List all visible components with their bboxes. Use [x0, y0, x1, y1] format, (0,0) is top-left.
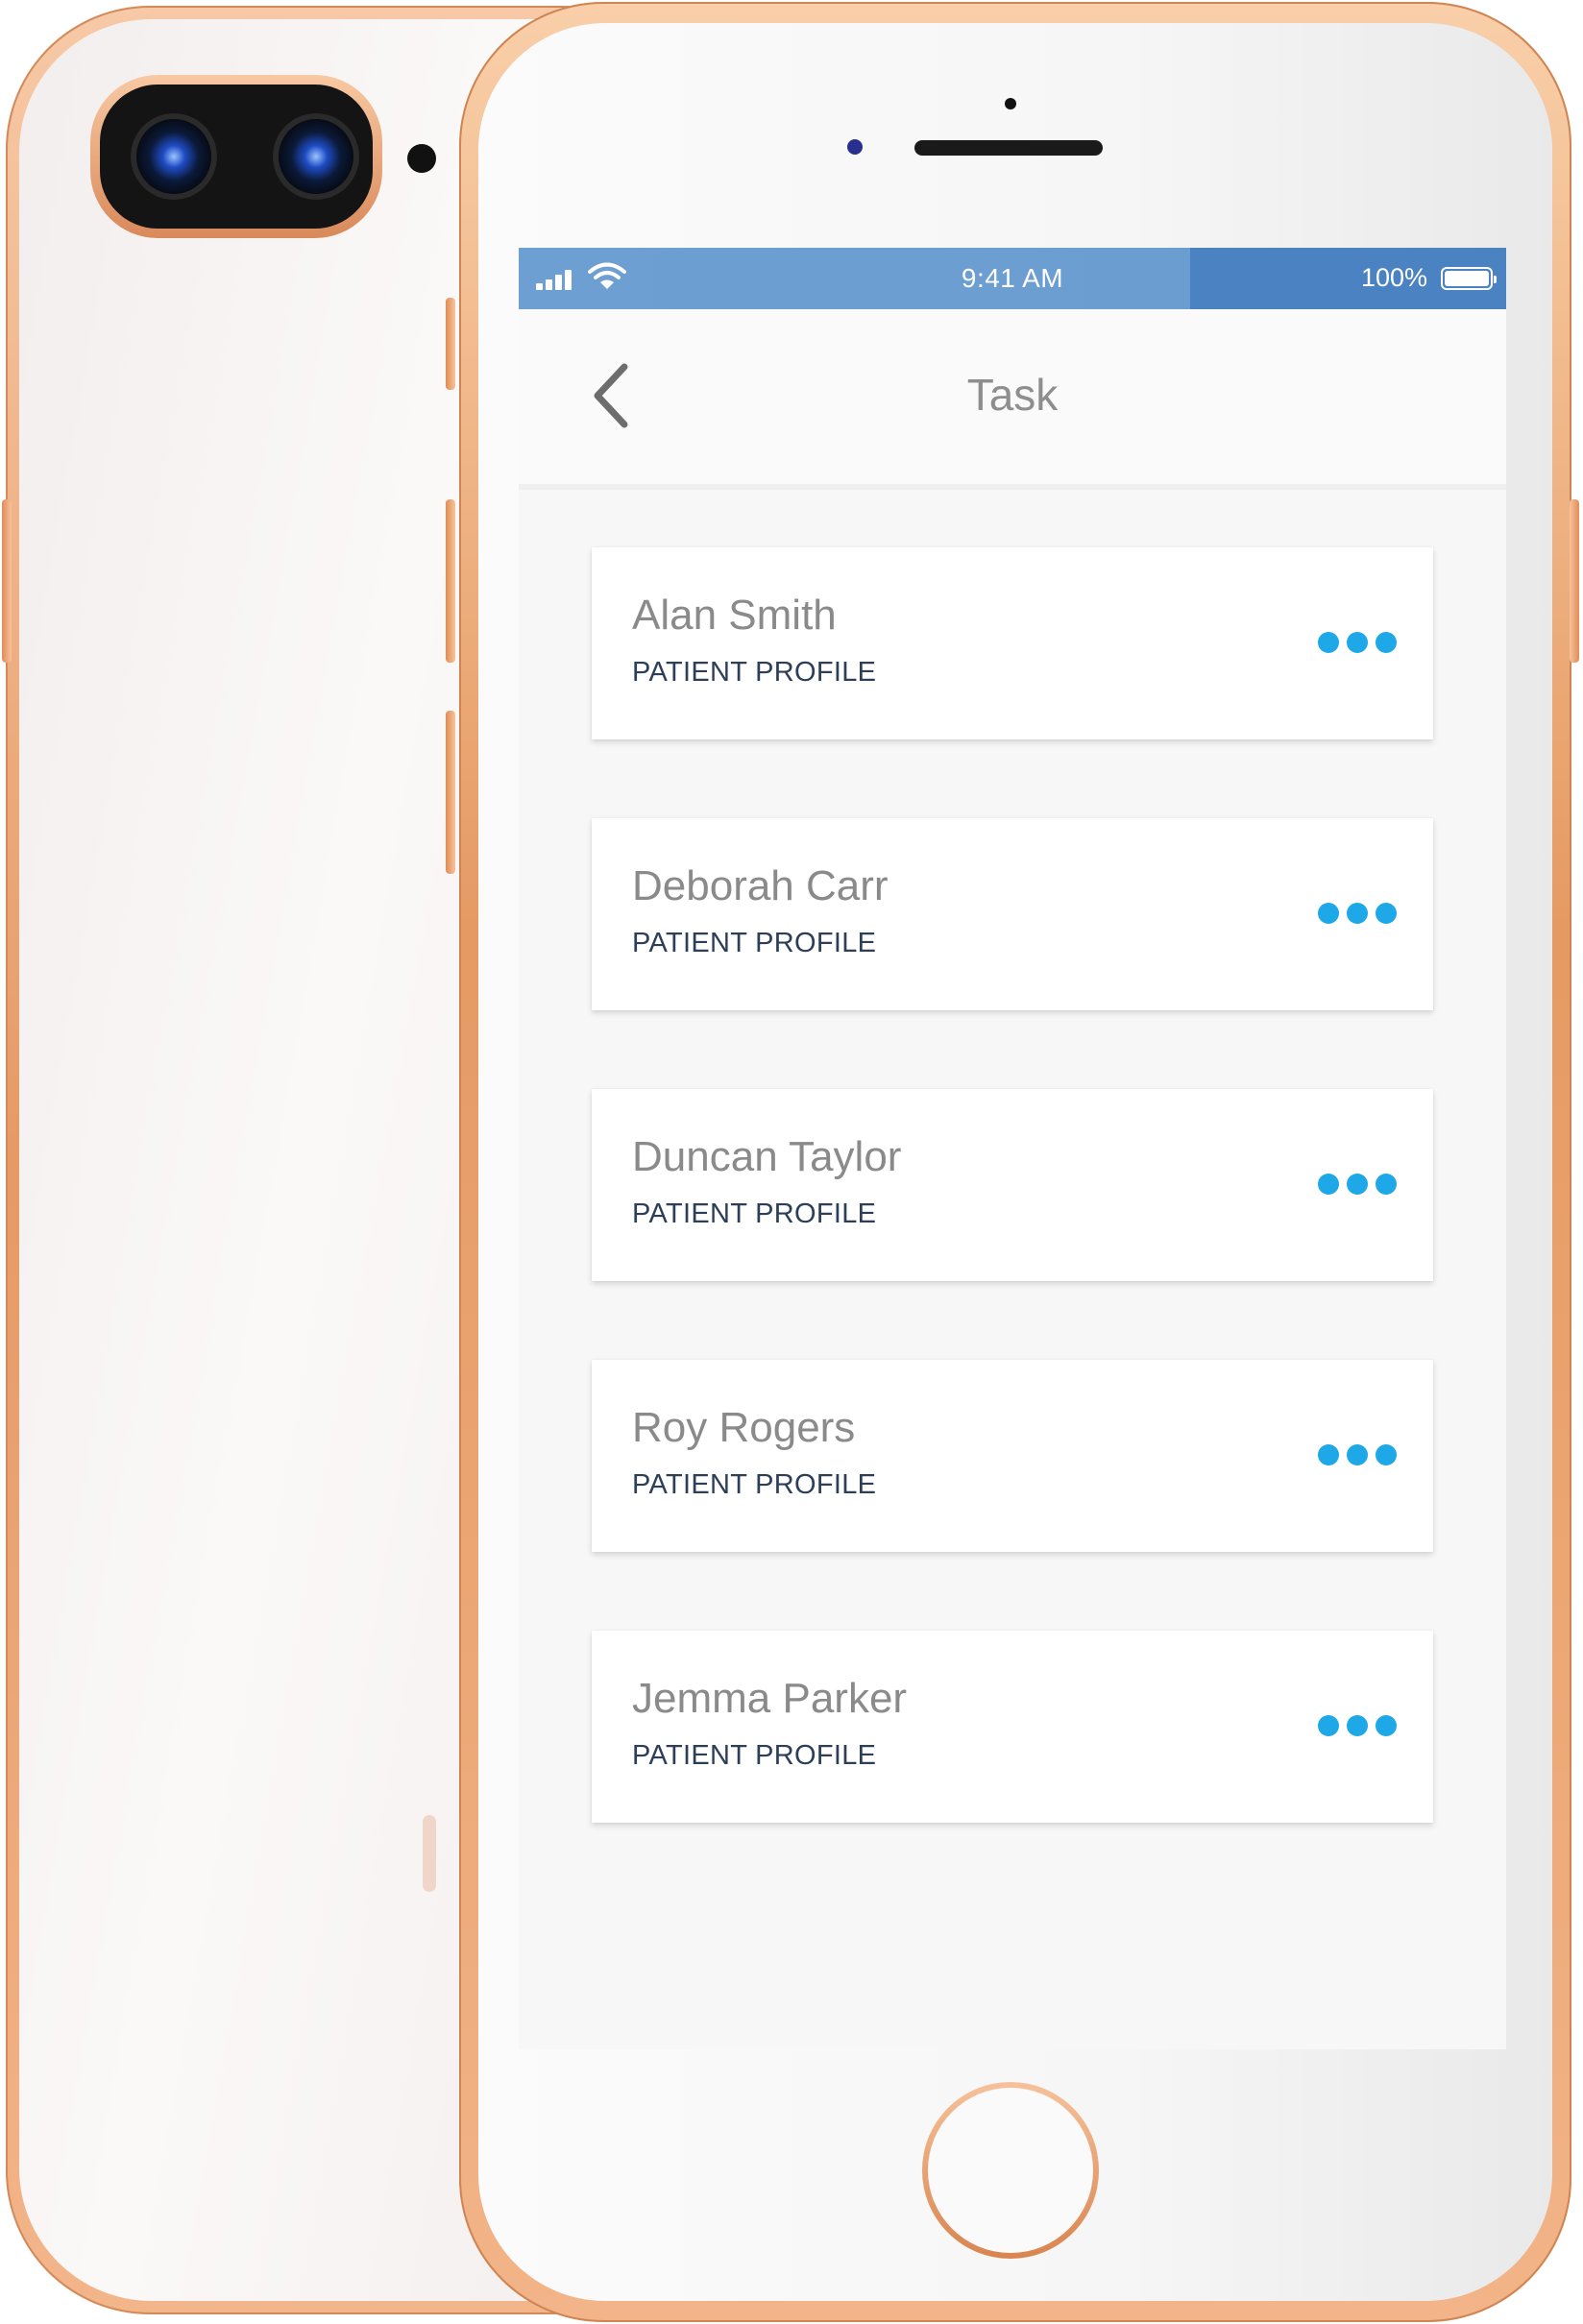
- more-options-icon[interactable]: [1318, 632, 1397, 653]
- patient-profile-label: PATIENT PROFILE: [632, 928, 877, 958]
- side-button: [446, 711, 455, 874]
- patient-card[interactable]: Jemma Parker PATIENT PROFILE: [592, 1631, 1433, 1823]
- home-button[interactable]: [922, 2082, 1099, 2259]
- flash-icon: [407, 144, 436, 173]
- proximity-sensor: [1005, 98, 1016, 109]
- patient-name: Deborah Carr: [632, 862, 889, 909]
- patient-card[interactable]: Alan Smith PATIENT PROFILE: [592, 547, 1433, 739]
- patient-card[interactable]: Roy Rogers PATIENT PROFILE: [592, 1360, 1433, 1552]
- patient-profile-label: PATIENT PROFILE: [632, 657, 877, 688]
- patient-card[interactable]: Duncan Taylor PATIENT PROFILE: [592, 1089, 1433, 1281]
- patient-name: Alan Smith: [632, 592, 837, 639]
- power-button: [1570, 499, 1579, 663]
- camera-lens-icon: [131, 113, 217, 200]
- patient-profile-label: PATIENT PROFILE: [632, 1198, 877, 1229]
- battery-icon: [1441, 267, 1497, 290]
- camera-lens-icon: [273, 113, 359, 200]
- front-camera-icon: [847, 139, 863, 155]
- patient-profile-label: PATIENT PROFILE: [632, 1740, 877, 1771]
- patient-profile-label: PATIENT PROFILE: [632, 1469, 877, 1500]
- patient-name: Duncan Taylor: [632, 1133, 902, 1180]
- patient-name: Roy Rogers: [632, 1404, 856, 1451]
- app-screen: 9:41 AM 100% Task Alan Smith PATIENT PRO…: [519, 248, 1506, 2049]
- patient-card[interactable]: Deborah Carr PATIENT PROFILE: [592, 818, 1433, 1010]
- patient-list: Alan Smith PATIENT PROFILE Deborah Carr …: [592, 547, 1433, 1901]
- page-title: Task: [966, 370, 1059, 420]
- patient-name: Jemma Parker: [632, 1675, 908, 1722]
- more-options-icon[interactable]: [1318, 1174, 1397, 1195]
- earpiece-speaker: [914, 140, 1103, 156]
- side-button: [446, 298, 455, 390]
- side-button: [2, 499, 12, 663]
- battery-percentage: 100%: [1360, 263, 1427, 292]
- side-button: [446, 499, 455, 663]
- rear-camera: [90, 75, 382, 238]
- more-options-icon[interactable]: [1318, 1715, 1397, 1736]
- status-time: 9:41 AM: [961, 263, 1064, 293]
- navigation-bar: Task: [519, 309, 1506, 490]
- brand-mark: [423, 1815, 436, 1892]
- more-options-icon[interactable]: [1318, 1444, 1397, 1465]
- status-bar: 9:41 AM 100%: [519, 248, 1506, 309]
- more-options-icon[interactable]: [1318, 903, 1397, 924]
